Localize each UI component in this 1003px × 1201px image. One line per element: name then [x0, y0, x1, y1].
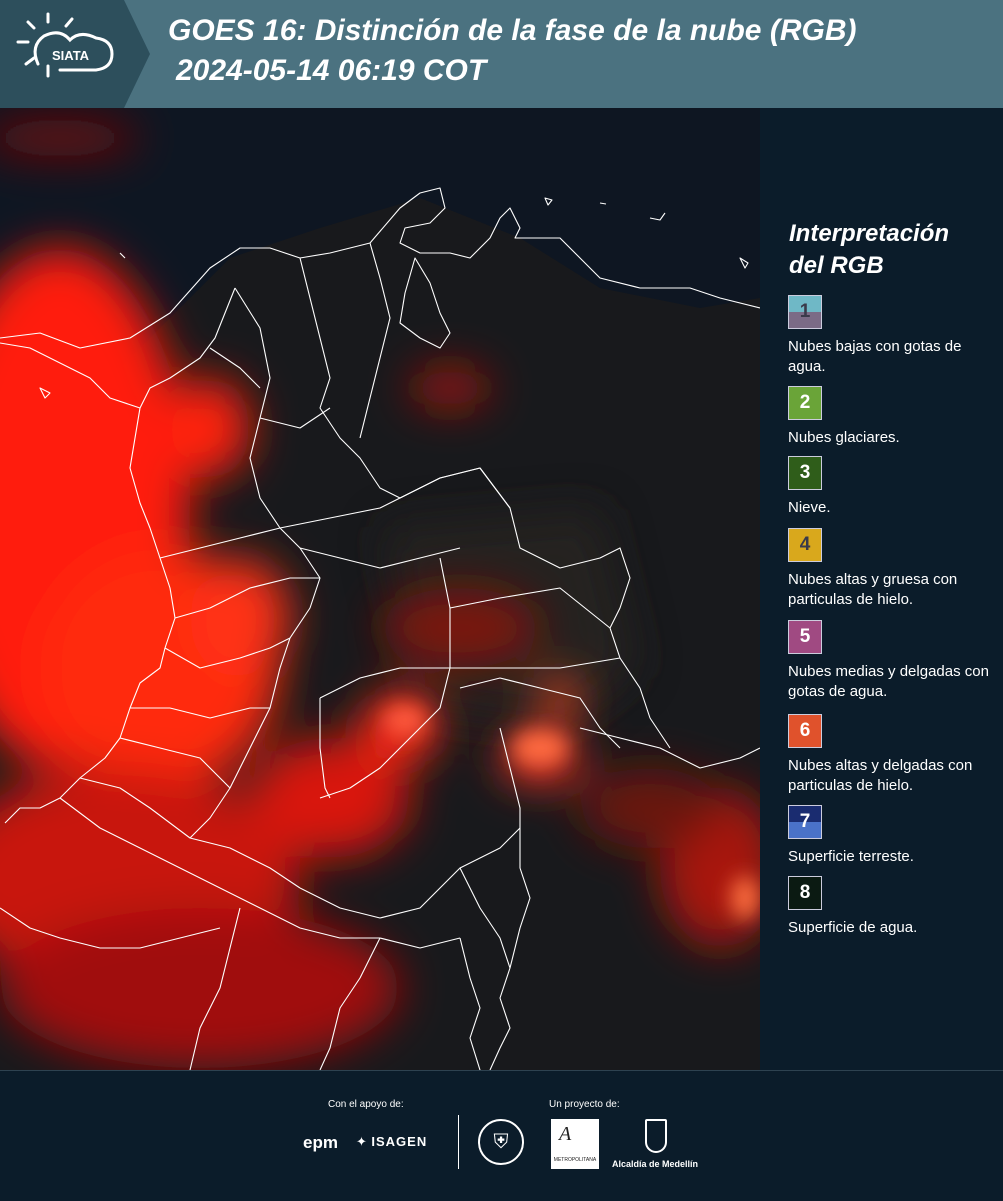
legend-swatch: 4: [788, 528, 822, 562]
legend-label: Nubes glaciares.: [788, 429, 900, 446]
legend-swatch: 3: [788, 456, 822, 490]
page-title: GOES 16: Distinción de la fase de la nub…: [168, 14, 857, 47]
siata-logo-text: SIATA: [52, 48, 90, 63]
legend-item: 8 Superficie de agua.: [788, 876, 1003, 938]
project-label: Un proyecto de:: [549, 1099, 620, 1110]
isagen-logo: ✦ ISAGEN: [356, 1134, 428, 1149]
legend-label: Superficie de agua.: [788, 919, 918, 936]
logo-tab: SIATA: [0, 0, 150, 108]
legend-panel: Interpretación del RGB 1 Nubes bajas con …: [760, 108, 1003, 1070]
legend-item: 4 Nubes altas y gruesa con particulas de …: [788, 528, 1003, 610]
legend-label: Nubes altas y delgadas con particulas de…: [788, 757, 973, 794]
isagen-icon: ✦: [356, 1134, 367, 1149]
legend-swatch: 8: [788, 876, 822, 910]
alcaldia-label: Alcaldía de Medellín: [612, 1159, 699, 1169]
legend-swatch: 6: [788, 714, 822, 748]
legend-swatch: 2: [788, 386, 822, 420]
legend-item: 6 Nubes altas y delgadas con particulas d…: [788, 714, 1003, 796]
area-script-icon: A: [559, 1123, 572, 1145]
legend-label: Superficie terreste.: [788, 848, 914, 865]
support-label: Con el apoyo de:: [328, 1099, 404, 1110]
footer-divider: [458, 1115, 459, 1169]
legend-title: Interpretación del RGB: [789, 220, 950, 279]
legend-item: 3 Nieve.: [788, 456, 1003, 518]
legend-swatch: 1: [788, 295, 822, 329]
legend-item: 1 Nubes bajas con gotas de agua.: [788, 295, 1003, 377]
page-timestamp: 2024-05-14 06:19 COT: [176, 54, 487, 87]
legend-label: Nubes bajas con gotas de agua.: [788, 338, 962, 375]
legend-label: Nubes altas y gruesa con particulas de h…: [788, 571, 958, 608]
satellite-map[interactable]: [0, 108, 760, 1070]
legend-item: 5 Nubes medias y delgadas con gotas de ag…: [788, 620, 1003, 702]
legend-item: 7 Superficie terreste.: [788, 805, 1003, 867]
legend-label: Nieve.: [788, 499, 831, 516]
area-metropolitana-logo: A METROPOLITANA: [551, 1119, 599, 1169]
alcaldia-shield-icon: [645, 1119, 667, 1153]
medellin-seal-icon: ⛨: [478, 1119, 524, 1165]
header-bar: SIATA GOES 16: Distinción de la fase de …: [0, 0, 1003, 108]
epm-logo: epm: [303, 1133, 338, 1152]
legend-label: Nubes medias y delgadas con gotas de agu…: [788, 663, 989, 700]
legend-item: 2 Nubes glaciares.: [788, 386, 1003, 448]
legend-swatch: 5: [788, 620, 822, 654]
legend-swatch: 7: [788, 805, 822, 839]
footer: Con el apoyo de: Un proyecto de: epm ✦ I…: [0, 1070, 1003, 1201]
